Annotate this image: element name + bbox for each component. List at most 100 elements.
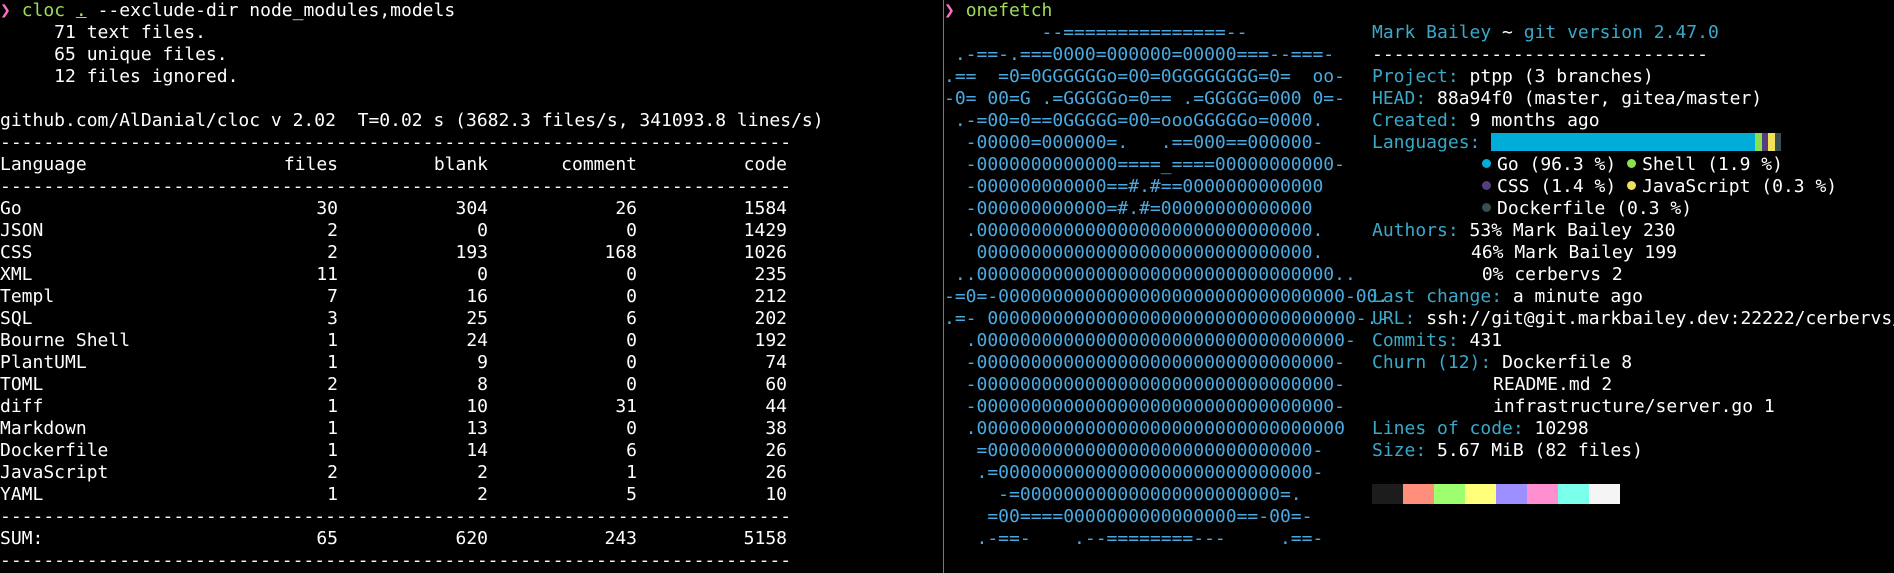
separator-line: ----------------------------------------… [0, 176, 790, 197]
ascii-art-line: =000000000000000000000000000000- [944, 440, 1324, 461]
table-row: diff 1 10 31 44 [0, 396, 943, 418]
cell-code: 38 [765, 418, 787, 439]
cloc-terminal-pane[interactable]: ❯ cloc . --exclude-dir node_modules,mode… [0, 0, 943, 573]
author-line: 53% Mark Bailey 230 [1469, 220, 1676, 241]
ascii-art-line: .-=00=0==0GGGGG=00=oooGGGGGo=0000. [944, 110, 1324, 131]
palette-swatch [1558, 484, 1589, 504]
cell-files: 2 [327, 374, 338, 395]
created-key: Created: [1372, 110, 1459, 131]
cell-code: 212 [754, 286, 787, 307]
table-row: Bourne Shell 1 24 0 192 [0, 330, 943, 352]
ascii-logo-art: --===============-- .-==-.===0000=000000… [944, 22, 1389, 550]
ascii-art-line: .=00000000000000000000000000000- [944, 462, 1324, 483]
separator-line: ----------------------------------------… [0, 550, 790, 571]
language-legend-item: Shell (1.9 %) [1627, 154, 1783, 175]
table-row: Templ 7 16 0 212 [0, 286, 943, 308]
title-rule: ------------------------------- [1372, 44, 1708, 65]
cell-comment: 5 [626, 484, 637, 505]
cell-code: 26 [765, 462, 787, 483]
info-commits: Commits: 431 [1372, 330, 1892, 352]
language-legend-item: CSS (1.4 %) [1482, 176, 1616, 197]
separator-line: ----------------------------------------… [0, 132, 790, 153]
cell-language: Dockerfile [0, 440, 109, 461]
cell-files: 11 [316, 264, 338, 285]
language-dot-icon [1482, 181, 1491, 190]
table-row: TOML 2 8 0 60 [0, 374, 943, 396]
language-label: Shell (1.9 %) [1642, 154, 1783, 175]
command-arg-dot: . [75, 0, 87, 21]
onefetch-terminal-pane[interactable]: ❯ onefetch --===============-- .-==-.===… [944, 0, 1894, 573]
cell-comment: 1 [626, 462, 637, 483]
language-dot-icon [1482, 159, 1491, 168]
ascii-art-line: ..000000000000000000000000000000000.. [944, 264, 1356, 285]
cell-code: 1429 [743, 220, 787, 241]
churn-item: README.md 2 [1493, 374, 1613, 395]
ascii-art-line: -000000000000000000000000000000000- [944, 374, 1345, 395]
cell-files: 1 [327, 418, 338, 439]
cell-comment: 0 [626, 220, 637, 241]
size-key: Size: [1372, 440, 1427, 461]
language-dot-icon [1627, 159, 1637, 168]
cell-language: SQL [0, 308, 33, 329]
cell-language: Go [0, 198, 22, 219]
info-url: URL: ssh://git@git.markbailey.dev:22222/… [1372, 308, 1894, 330]
cell-blank: 13 [466, 418, 488, 439]
info-churn-3: infrastructure/server.go 1 [1372, 396, 1892, 418]
language-legend-item: Go (96.3 %) [1482, 154, 1616, 175]
project-value: ptpp (3 branches) [1458, 66, 1654, 87]
language-dot-icon [1482, 203, 1491, 212]
ascii-art-line: -=000000000000000000000000=. [944, 484, 1302, 505]
palette-swatch [1496, 484, 1527, 504]
cell-language: Markdown [0, 418, 87, 439]
cell-comment: 0 [626, 374, 637, 395]
url-key: URL: [1372, 308, 1416, 329]
cell-code: 74 [765, 352, 787, 373]
size-value: 5.67 MiB (82 files) [1426, 440, 1643, 461]
palette-swatch [1589, 484, 1620, 504]
lang-legend-row-2: CSS (1.4 %) JavaScript (0.3 %) [1372, 176, 1892, 198]
col-files: files [283, 154, 338, 175]
cell-blank: 9 [477, 352, 488, 373]
cell-comment: 6 [626, 440, 637, 461]
authors-key: Authors: [1372, 220, 1459, 241]
cell-blank: 193 [455, 242, 488, 263]
ascii-art-line: .=- 0000000000000000000000000000000000-.… [944, 308, 1389, 329]
language-bar-segment [1491, 133, 1755, 151]
info-title: Mark Bailey ~ git version 2.47.0 [1372, 22, 1892, 44]
ascii-art-line: -000000000000000000000000000000000- [944, 396, 1345, 417]
lang-legend-row-1: Go (96.3 %) Shell (1.9 %) [1372, 154, 1892, 176]
cell-blank: 2 [477, 462, 488, 483]
ascii-art-line: .-==- .--========--- .==- [944, 528, 1324, 549]
table-row: Go 30 304 26 1584 [0, 198, 943, 220]
table-row: SQL 3 25 6 202 [0, 308, 943, 330]
url-value[interactable]: ssh://git@git.markbailey.dev:22222/cerbe… [1415, 308, 1894, 329]
cell-comment: 0 [626, 286, 637, 307]
table-row: Dockerfile 1 14 6 26 [0, 440, 943, 462]
repo-info: Mark Bailey ~ git version 2.47.0 -------… [1372, 22, 1894, 504]
language-legend-item: Dockerfile (0.3 %) [1482, 198, 1692, 219]
cell-files: 1 [327, 484, 338, 505]
ascii-art-line: =00====0000000000000000==-00=- [944, 506, 1313, 527]
table-row: JavaScript 2 2 1 26 [0, 462, 943, 484]
col-blank: blank [433, 154, 488, 175]
sum-files: 65 [316, 528, 338, 549]
commits-value: 431 [1458, 330, 1503, 351]
ascii-art-line: -0= 00=G .=GGGGGo=0== .=GGGGG=000 0=- [944, 88, 1345, 109]
ascii-art-line: .== =0=0GGGGGGo=00=0GGGGGGGG=0= oo- [944, 66, 1345, 87]
summary-files-ignored: 12 files ignored. [0, 66, 239, 87]
info-created: Created: 9 months ago [1372, 110, 1892, 132]
ascii-art-line: --===============-- [944, 22, 1248, 43]
lang-legend-row-3: Dockerfile (0.3 %) [1372, 198, 1892, 220]
info-project: Project: ptpp (3 branches) [1372, 66, 1892, 88]
loc-value: 10298 [1523, 418, 1589, 439]
cell-comment: 31 [615, 396, 637, 417]
col-comment: comment [561, 154, 637, 175]
info-last-change: Last change: a minute ago [1372, 286, 1892, 308]
command-name: onefetch [965, 0, 1053, 21]
ascii-art-line: -000000000000==#.#==0000000000000 [944, 176, 1324, 197]
ascii-art-line: -00000=000000=. .==000==000000- [944, 132, 1324, 153]
head-key: HEAD: [1372, 88, 1427, 109]
cell-code: 235 [754, 264, 787, 285]
cell-files: 30 [316, 198, 338, 219]
info-churn: Churn (12): Dockerfile 8 [1372, 352, 1892, 374]
